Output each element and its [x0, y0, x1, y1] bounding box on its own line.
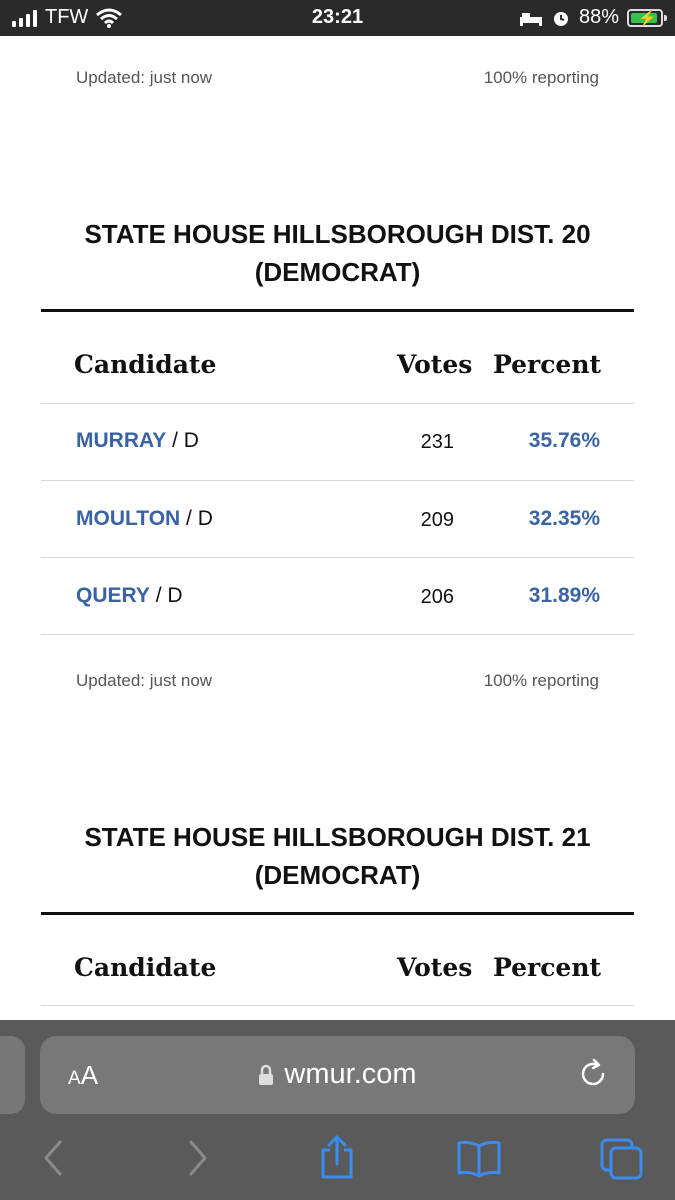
candidate-votes: 206 [420, 586, 454, 608]
race-title-line1: STATE HOUSE HILLSBOROUGH DIST. 21 [84, 822, 591, 852]
status-bar: TFW 23:21 88% ⚡ [0, 0, 675, 36]
divider [41, 309, 634, 312]
header-votes: Votes [397, 953, 473, 982]
header-percent: Percent [493, 953, 602, 982]
race-title: STATE HOUSE HILLSBOROUGH DIST. 20 (DEMOC… [0, 215, 675, 291]
candidate-votes: 209 [420, 509, 454, 531]
race-footer: Updated: just now 100% reporting [76, 68, 599, 88]
race-title-line2: (DEMOCRAT) [254, 860, 421, 890]
race-title-line2: (DEMOCRAT) [254, 257, 421, 287]
reporting-label: 100% reporting [483, 671, 599, 690]
divider [41, 480, 634, 481]
header-candidate: Candidate [74, 350, 217, 379]
browser-toolbar: AA wmur.com [0, 1020, 675, 1200]
status-left: TFW [12, 6, 123, 29]
carrier-label: TFW [45, 6, 89, 28]
candidate-party: / D [180, 507, 213, 530]
url-display[interactable]: wmur.com [40, 1058, 635, 1091]
signal-icon [12, 9, 37, 27]
nav-row [0, 1132, 675, 1192]
candidate-percent: 35.76% [528, 429, 600, 452]
reporting-label: 100% reporting [483, 68, 599, 87]
candidate-query[interactable]: QUERY / D [76, 584, 183, 608]
candidate-name[interactable]: MURRAY [76, 429, 166, 452]
url-text: wmur.com [284, 1058, 417, 1090]
divider [41, 634, 634, 635]
race-title-line1: STATE HOUSE HILLSBOROUGH DIST. 20 [84, 219, 591, 249]
tabs-icon[interactable] [600, 1138, 644, 1180]
header-candidate: Candidate [74, 953, 217, 982]
divider [41, 557, 634, 558]
race-footer: Updated: just now 100% reporting [76, 671, 599, 691]
race-title: STATE HOUSE HILLSBOROUGH DIST. 21 (DEMOC… [0, 818, 675, 894]
candidate-party: / D [166, 429, 199, 452]
address-bar[interactable]: AA wmur.com [40, 1036, 635, 1114]
header-votes: Votes [397, 350, 473, 379]
candidate-percent: 32.35% [528, 507, 600, 530]
candidate-percent: 31.89% [528, 584, 600, 607]
wifi-icon [96, 8, 123, 28]
back-icon[interactable] [40, 1138, 66, 1178]
candidate-name[interactable]: MOULTON [76, 507, 180, 530]
bookmarks-icon[interactable] [456, 1138, 502, 1178]
candidate-murray[interactable]: MURRAY / D [76, 429, 199, 453]
candidate-votes: 231 [420, 431, 454, 453]
divider [41, 912, 634, 915]
forward-icon[interactable] [185, 1138, 211, 1178]
divider [41, 1005, 634, 1006]
lock-icon [259, 1065, 274, 1086]
alarm-icon [553, 11, 568, 26]
previous-tab-peek[interactable] [0, 1036, 25, 1114]
candidate-name[interactable]: QUERY [76, 584, 150, 607]
divider [41, 403, 634, 404]
updated-label: Updated: just now [76, 68, 213, 87]
battery-percent: 88% [578, 6, 619, 28]
bed-icon [519, 12, 542, 26]
header-percent: Percent [493, 350, 602, 379]
candidate-moulton[interactable]: MOULTON / D [76, 507, 213, 531]
candidate-party: / D [149, 584, 183, 607]
reload-icon[interactable] [575, 1056, 611, 1092]
updated-label: Updated: just now [76, 671, 213, 690]
battery-icon: ⚡ [627, 8, 667, 27]
share-icon[interactable] [318, 1134, 356, 1180]
status-right: 88% ⚡ [519, 6, 667, 29]
